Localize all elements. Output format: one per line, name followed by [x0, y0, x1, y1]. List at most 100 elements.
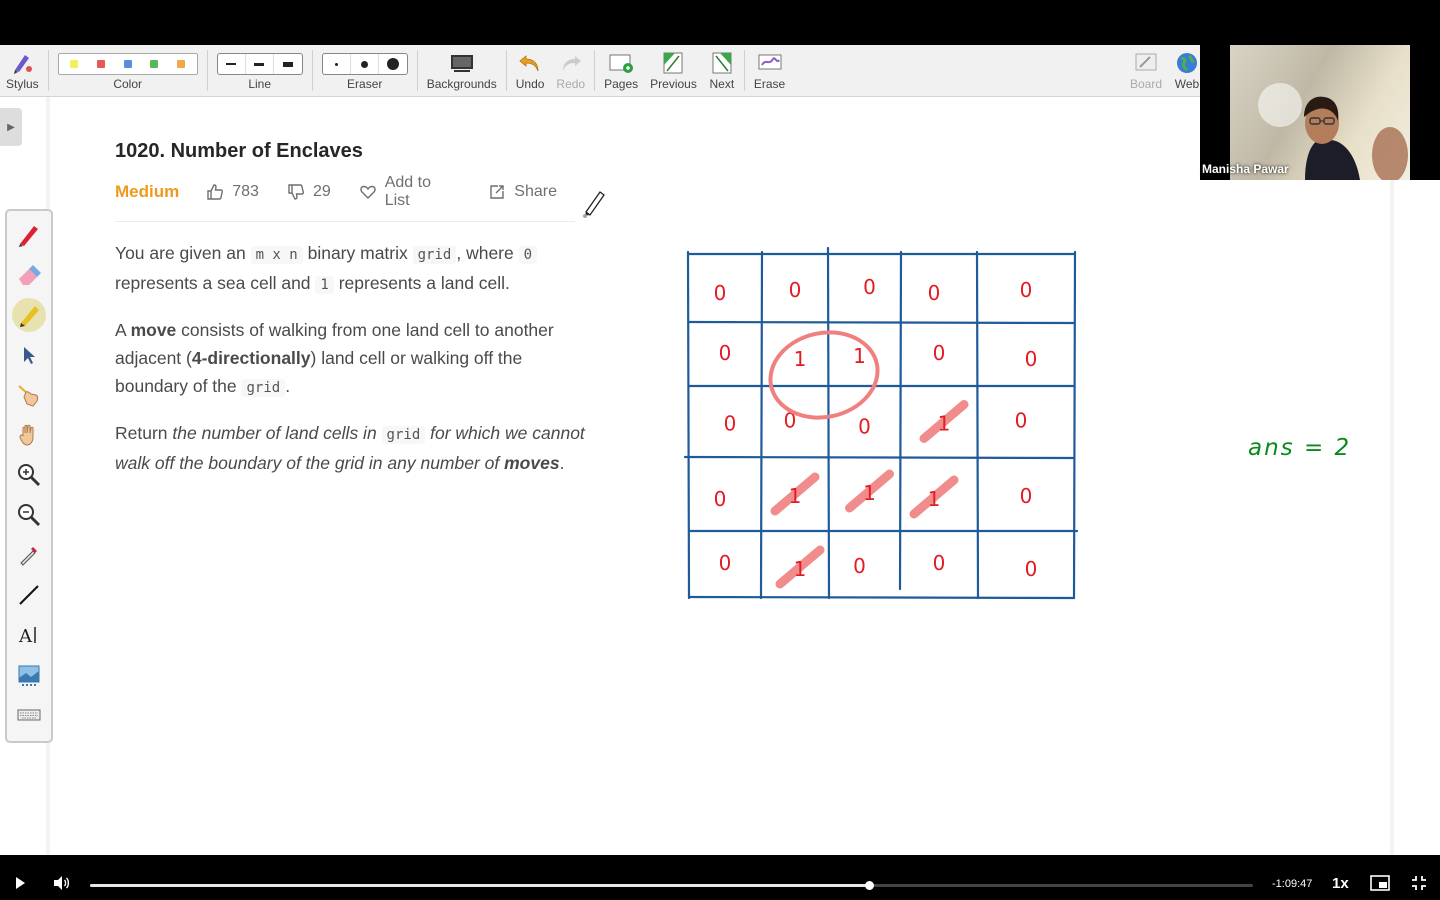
previous-page-icon [660, 51, 686, 75]
undo-icon [517, 51, 543, 75]
line-thick-option[interactable] [274, 54, 302, 74]
picture-in-picture-icon [1370, 875, 1390, 891]
line-width-options [216, 53, 303, 75]
pointing-hand-icon [18, 385, 39, 407]
line-tool[interactable] [12, 578, 46, 612]
eyedropper-icon [20, 547, 37, 566]
highlighter-tool[interactable] [12, 298, 46, 332]
volume-icon [54, 876, 70, 890]
eraser-label: Eraser [347, 77, 383, 91]
pen-tool[interactable] [12, 218, 46, 252]
like-button[interactable]: 783 [206, 183, 259, 201]
thumbs-down-icon [288, 184, 304, 200]
pointer-tool[interactable] [12, 378, 46, 412]
svg-text:A: A [18, 626, 33, 647]
heart-icon [359, 185, 376, 199]
webcam-tile[interactable]: Manisha Pawar [1200, 45, 1440, 180]
expand-arrow-icon: ▶ [7, 121, 15, 133]
playback-speed-button[interactable]: 1x [1332, 875, 1349, 892]
line-label: Line [248, 77, 272, 91]
toolbar-divider [311, 50, 313, 91]
toolbar-divider [416, 50, 418, 91]
seek-bar[interactable] [90, 881, 1253, 890]
erase-all-button[interactable]: Erase [748, 45, 791, 96]
previous-page-label: Previous [650, 77, 697, 91]
toolbar-divider [594, 50, 596, 91]
side-panel-toggle[interactable]: ▶ [0, 108, 22, 146]
hand-icon [19, 424, 34, 446]
video-player-stage: Stylus Color Line Eraser Backgrounds Und… [0, 0, 1440, 900]
zoom-in-tool[interactable] [12, 458, 46, 492]
eraser-medium-option[interactable] [351, 54, 379, 74]
exit-fullscreen-button[interactable] [1411, 875, 1427, 891]
volume-button[interactable] [52, 875, 70, 891]
eyedropper-tool[interactable] [12, 538, 46, 572]
video-controls: -1:09:47 1x [0, 855, 1440, 900]
undo-button[interactable]: Undo [510, 45, 551, 96]
eraser-large-option[interactable] [379, 54, 407, 74]
eraser-icon [19, 265, 41, 285]
zoom-out-icon [18, 504, 41, 527]
color-swatch-blue[interactable] [115, 57, 140, 71]
pages-button[interactable]: Pages [598, 45, 644, 96]
line-icon [19, 585, 39, 605]
exit-fullscreen-icon [1412, 876, 1426, 890]
keyboard-icon [17, 709, 41, 721]
pen-icon [19, 226, 38, 247]
line-thin-option[interactable] [218, 54, 246, 74]
dislike-count: 29 [312, 183, 331, 200]
participant-avatar [1258, 83, 1408, 180]
color-swatch-yellow[interactable] [62, 57, 87, 71]
keyboard-tool[interactable] [12, 698, 46, 732]
stylus-button[interactable]: Stylus [0, 45, 45, 96]
redo-button[interactable]: Redo [550, 45, 591, 96]
previous-page-button[interactable]: Previous [644, 45, 703, 96]
screenshot-tool[interactable] [12, 658, 46, 692]
share-label: Share [514, 183, 557, 200]
toolbar-divider [47, 50, 49, 91]
whiteboard-toolbar: Stylus Color Line Eraser Backgrounds Und… [0, 45, 1200, 97]
stylus-label: Stylus [6, 77, 39, 91]
dislike-button[interactable]: 29 [287, 183, 331, 201]
line-width-picker[interactable]: Line [211, 45, 309, 96]
eraser-small-option[interactable] [323, 54, 351, 74]
picture-in-picture-button[interactable] [1370, 875, 1390, 891]
board-label: Board [1129, 77, 1162, 91]
problem-meta-bar: Medium 783 29 Add to List Share [115, 174, 585, 209]
problem-paragraph-2: A move consists of walking from one land… [115, 320, 554, 397]
share-button[interactable]: Share [488, 183, 557, 201]
add-to-list-label: Add to List [384, 174, 431, 209]
color-picker[interactable]: Color [52, 45, 204, 96]
next-page-button[interactable]: Next [703, 45, 741, 96]
color-swatch-green[interactable] [142, 57, 167, 71]
backgrounds-icon [449, 51, 475, 75]
screenshot-icon [18, 665, 40, 686]
play-icon [16, 877, 25, 889]
toolbar-divider [206, 50, 208, 91]
add-to-list-button[interactable]: Add to List [359, 174, 461, 210]
text-tool[interactable]: A [12, 618, 46, 652]
color-swatch-red[interactable] [88, 57, 113, 71]
backgrounds-button[interactable]: Backgrounds [421, 45, 503, 96]
web-button[interactable]: Web [1168, 45, 1200, 96]
zoom-out-tool[interactable] [12, 498, 46, 532]
difficulty-badge: Medium [115, 182, 180, 201]
pages-icon [608, 51, 634, 75]
play-button[interactable] [12, 875, 28, 891]
color-swatch-orange[interactable] [169, 57, 194, 71]
problem-statement: 1020. Number of Enclaves Medium 783 29 A… [115, 140, 585, 477]
eraser-tool[interactable] [12, 258, 46, 292]
thumbs-up-icon [207, 184, 224, 200]
pan-tool[interactable] [12, 418, 46, 452]
line-medium-option[interactable] [246, 54, 274, 74]
eraser-size-picker[interactable]: Eraser [316, 45, 414, 96]
seek-handle[interactable] [865, 881, 875, 890]
highlighter-icon [20, 306, 39, 327]
color-swatches [57, 53, 198, 75]
meta-divider [115, 221, 575, 222]
seek-bar-progress [90, 884, 870, 887]
board-button[interactable]: Board [1124, 45, 1168, 96]
participant-name: Manisha Pawar [1202, 162, 1289, 176]
select-tool[interactable] [12, 338, 46, 372]
